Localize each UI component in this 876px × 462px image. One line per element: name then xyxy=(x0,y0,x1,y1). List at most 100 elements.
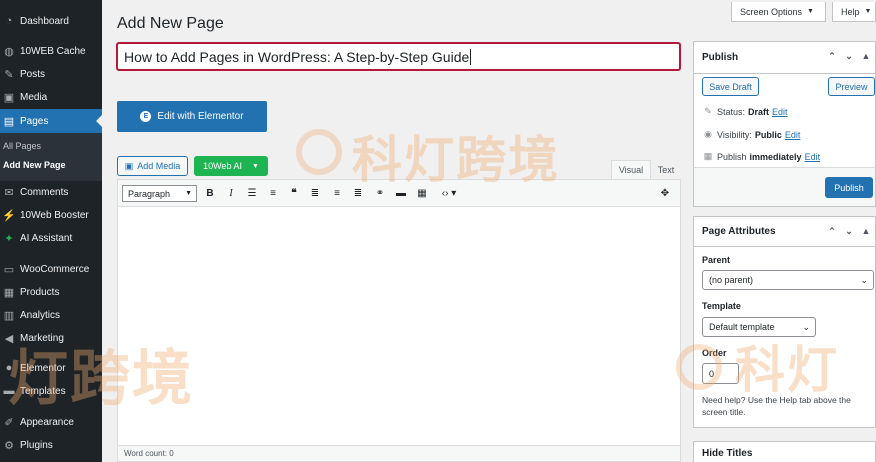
sidebar-item-label: Dashboard xyxy=(20,15,69,27)
publish-box-header[interactable]: Publish ⌃ ⌄ ▲ xyxy=(694,42,875,74)
sidebar-item-label: Appearance xyxy=(20,416,74,428)
caret-down-icon: ▼ xyxy=(807,8,814,15)
bold-icon[interactable]: B xyxy=(203,186,217,200)
add-media-label: Add Media xyxy=(137,161,181,171)
calendar-icon: ▦ xyxy=(703,151,713,161)
chevron-down-icon[interactable]: ⌄ xyxy=(842,51,856,62)
chevron-up-icon[interactable]: ⌃ xyxy=(825,226,839,237)
toolbar-toggle-icon[interactable]: ▦ xyxy=(415,186,429,200)
numbered-list-icon[interactable]: ≡ xyxy=(266,186,280,200)
hide-titles-header[interactable]: Hide Titles xyxy=(694,442,875,462)
parent-select[interactable]: (no parent) ⌄ xyxy=(702,270,874,290)
sidebar-item-dashboard[interactable]: ◔ Dashboard xyxy=(0,10,102,32)
edit-with-elementor-button[interactable]: E Edit with Elementor xyxy=(117,101,267,132)
sidebar-item-elementor[interactable]: ● Elementor xyxy=(0,357,102,379)
chevron-down-icon: ⌄ xyxy=(860,274,868,285)
sidebar-item-label: 10WEB Cache xyxy=(20,45,86,57)
publish-time-label: Publish xyxy=(717,151,747,162)
preview-button[interactable]: Preview xyxy=(828,77,875,96)
status-value: Draft xyxy=(748,106,770,117)
sidebar-item-posts[interactable]: ✎ Posts xyxy=(0,63,102,85)
elementor-logo-icon: E xyxy=(140,111,152,122)
align-center-icon[interactable]: ≡ xyxy=(330,186,344,200)
tab-text[interactable]: Text xyxy=(651,160,681,179)
edit-visibility-link[interactable]: Edit xyxy=(785,130,801,140)
code-icon[interactable]: ‹› ▾ xyxy=(438,186,460,200)
bullet-list-icon[interactable]: ☰ xyxy=(245,186,259,200)
screen-options-button[interactable]: Screen Options ▼ xyxy=(731,2,826,22)
sidebar-item-woocommerce[interactable]: ▭ WooCommerce xyxy=(0,258,102,280)
pages-icon: ▤ xyxy=(3,115,15,128)
page-attributes-header[interactable]: Page Attributes ⌃ ⌄ ▲ xyxy=(694,217,875,247)
caret-down-icon: ▼ xyxy=(864,8,872,15)
woo-icon: ▭ xyxy=(3,263,15,276)
sidebar-item-10web-cache[interactable]: ◍ 10WEB Cache xyxy=(0,40,102,62)
sidebar-item-label: Analytics xyxy=(20,309,61,321)
parent-select-value: (no parent) xyxy=(709,275,754,285)
sidebar-item-10web-booster[interactable]: ⚡ 10Web Booster xyxy=(0,204,102,226)
help-button[interactable]: Help ▼ xyxy=(832,2,876,22)
chevron-up-icon[interactable]: ⌃ xyxy=(825,51,839,62)
sidebar-item-marketing[interactable]: ◀ Marketing xyxy=(0,327,102,349)
caret-up-icon[interactable]: ▲ xyxy=(859,51,873,62)
submenu-add-new-page[interactable]: Add New Page xyxy=(3,160,66,170)
edit-publish-time-link[interactable]: Edit xyxy=(805,152,821,162)
template-select[interactable]: Default template ⌄ xyxy=(702,317,816,337)
word-count: Word count: 0 xyxy=(118,445,680,461)
sidebar-item-label: 10Web Booster xyxy=(20,209,89,221)
visibility-value: Public xyxy=(754,129,782,140)
active-indicator xyxy=(96,115,102,127)
content-editor[interactable]: Paragraph ▼ B I ☰ ≡ ❝ ≣ ≡ ≣ ⚭ ▬ ▦ ‹› ▾ ✥… xyxy=(117,179,681,462)
sidebar-item-appearance[interactable]: ✐ Appearance xyxy=(0,411,102,433)
publish-time-value: immediately xyxy=(749,151,802,162)
media-icon: ▣ xyxy=(3,91,15,104)
sidebar-item-ai-assistant[interactable]: ✦ AI Assistant xyxy=(0,227,102,249)
blockquote-icon[interactable]: ❝ xyxy=(287,186,301,200)
sidebar-item-label: Pages xyxy=(20,115,49,127)
edit-status-link[interactable]: Edit xyxy=(772,107,788,117)
status-row: ✎ Status: Draft Edit xyxy=(702,106,788,117)
page-attributes-help: Need help? Use the Help tab above the sc… xyxy=(702,395,851,417)
chevron-down-icon: ▼ xyxy=(251,162,259,170)
sidebar-item-label: Posts xyxy=(20,68,46,80)
products-icon: ▦ xyxy=(3,286,15,299)
template-label: Template xyxy=(702,301,741,311)
sidebar-item-label: Elementor xyxy=(20,362,66,374)
order-input[interactable]: 0 xyxy=(702,363,739,384)
fullscreen-icon[interactable]: ✥ xyxy=(658,186,672,200)
sidebar-item-plugins[interactable]: ⚙ Plugins xyxy=(0,434,102,456)
chevron-down-icon[interactable]: ⌄ xyxy=(842,226,856,237)
sidebar-item-media[interactable]: ▣ Media xyxy=(0,86,102,108)
page-attributes-heading: Page Attributes xyxy=(702,226,776,237)
format-select[interactable]: Paragraph ▼ xyxy=(122,185,197,202)
publish-button[interactable]: Publish xyxy=(825,177,873,198)
sidebar-item-comments[interactable]: ✉ Comments xyxy=(0,181,102,203)
visibility-label: Visibility: xyxy=(717,129,752,140)
italic-icon[interactable]: I xyxy=(224,186,238,200)
10web-ai-button[interactable]: 10Web AI ▼ xyxy=(194,156,268,176)
text-cursor xyxy=(470,48,472,65)
screen-options-label: Screen Options xyxy=(740,6,803,17)
hide-titles-heading: Hide Titles xyxy=(702,448,753,459)
tab-visual[interactable]: Visual xyxy=(611,160,651,179)
save-draft-button[interactable]: Save Draft xyxy=(702,77,759,96)
sidebar-item-products[interactable]: ▦ Products xyxy=(0,281,102,303)
submenu-all-pages[interactable]: All Pages xyxy=(3,141,41,151)
align-right-icon[interactable]: ≣ xyxy=(351,186,365,200)
align-left-icon[interactable]: ≣ xyxy=(308,186,322,200)
sidebar-item-pages[interactable]: ▤ Pages xyxy=(0,109,102,133)
sidebar-item-analytics[interactable]: ▥ Analytics xyxy=(0,304,102,326)
read-more-icon[interactable]: ▬ xyxy=(394,186,408,200)
cache-icon: ◍ xyxy=(4,45,14,58)
publish-actions: Publish xyxy=(693,167,876,207)
sidebar-item-templates[interactable]: ▬ Templates xyxy=(0,380,102,402)
pages-submenu: All Pages Add New Page xyxy=(0,133,102,181)
add-media-button[interactable]: ▣ Add Media xyxy=(117,156,188,176)
caret-up-icon[interactable]: ▲ xyxy=(859,226,873,237)
appearance-icon: ✐ xyxy=(4,416,14,429)
link-icon[interactable]: ⚭ xyxy=(373,186,387,200)
template-select-value: Default template xyxy=(709,322,775,332)
elementor-icon: ● xyxy=(5,362,13,374)
page-title-input[interactable]: How to Add Pages in WordPress: A Step-by… xyxy=(116,42,681,71)
comments-icon: ✉ xyxy=(4,186,14,199)
